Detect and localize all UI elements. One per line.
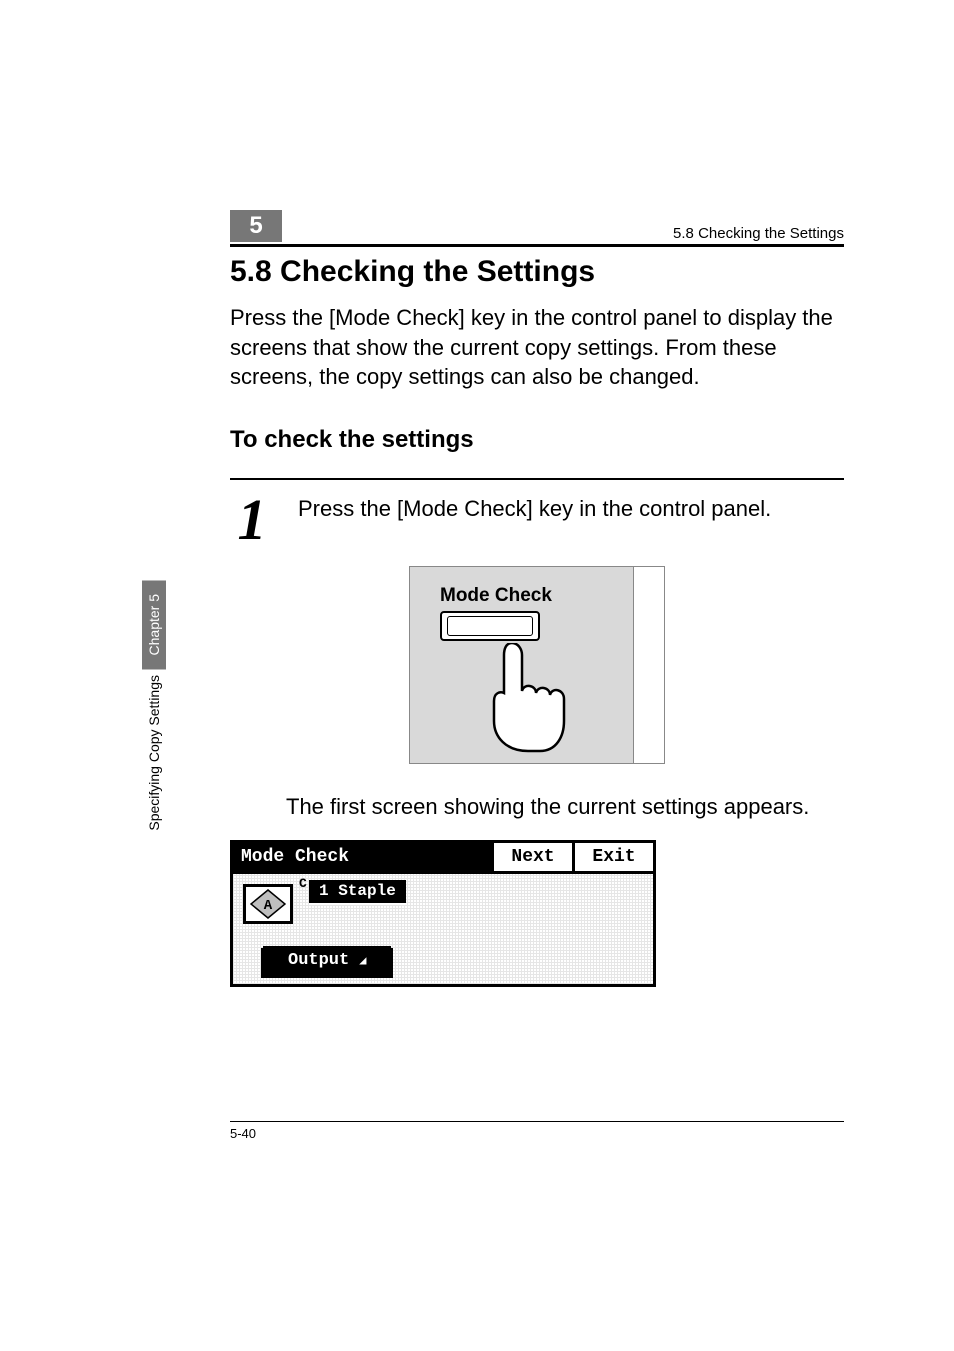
step-result-text: The first screen showing the current set…: [286, 792, 844, 822]
subsection-title: To check the settings: [230, 426, 844, 454]
page-footer: 5-40: [230, 1121, 844, 1141]
section-intro-text: Press the [Mode Check] key in the contro…: [230, 303, 844, 392]
page-number: 5-40: [230, 1126, 256, 1141]
running-header-title: 5.8 Checking the Settings: [673, 225, 844, 242]
lcd-screenshot: Mode Check Next Exit A C 1 Staple Output…: [230, 840, 656, 987]
page: 5 5.8 Checking the Settings 5.8 Checking…: [0, 0, 954, 1351]
finger-icon: [492, 643, 572, 753]
step-text: Press the [Mode Check] key in the contro…: [298, 494, 844, 524]
chapter-number-tab: 5: [230, 210, 282, 242]
panel-edge: [633, 567, 664, 763]
lcd-title: Mode Check: [233, 843, 491, 871]
side-section-label: Specifying Copy Settings: [142, 669, 166, 849]
step-1: 1 Press the [Mode Check] key in the cont…: [230, 494, 844, 546]
control-panel-illustration: Mode Check: [409, 566, 665, 764]
lcd-body: A C 1 Staple Output ◢: [233, 871, 653, 984]
lcd-titlebar: Mode Check Next Exit: [233, 843, 653, 871]
mode-check-diagram: Mode Check: [230, 566, 844, 764]
side-tab: Chapter 5 Specifying Copy Settings: [142, 580, 166, 849]
step-number: 1: [230, 494, 274, 546]
side-chapter-label: Chapter 5: [142, 580, 166, 669]
chevron-down-icon: ◢: [359, 953, 366, 968]
lcd-staple-label: 1 Staple: [309, 880, 406, 905]
lcd-next-button[interactable]: Next: [491, 843, 572, 871]
lcd-orientation-icon: A: [243, 884, 293, 924]
lcd-output-button[interactable]: Output ◢: [263, 946, 391, 976]
header-row: 5 5.8 Checking the Settings: [230, 210, 844, 247]
mode-check-key: [440, 611, 540, 641]
diamond-a-icon: A: [250, 889, 286, 919]
corner-mark-icon: C: [299, 876, 307, 891]
section-title: 5.8 Checking the Settings: [230, 255, 844, 289]
mode-check-label: Mode Check: [440, 585, 552, 607]
lcd-exit-button[interactable]: Exit: [572, 843, 653, 871]
orientation-letter: A: [264, 898, 273, 914]
divider: [230, 478, 844, 480]
lcd-output-label: Output: [288, 951, 349, 970]
